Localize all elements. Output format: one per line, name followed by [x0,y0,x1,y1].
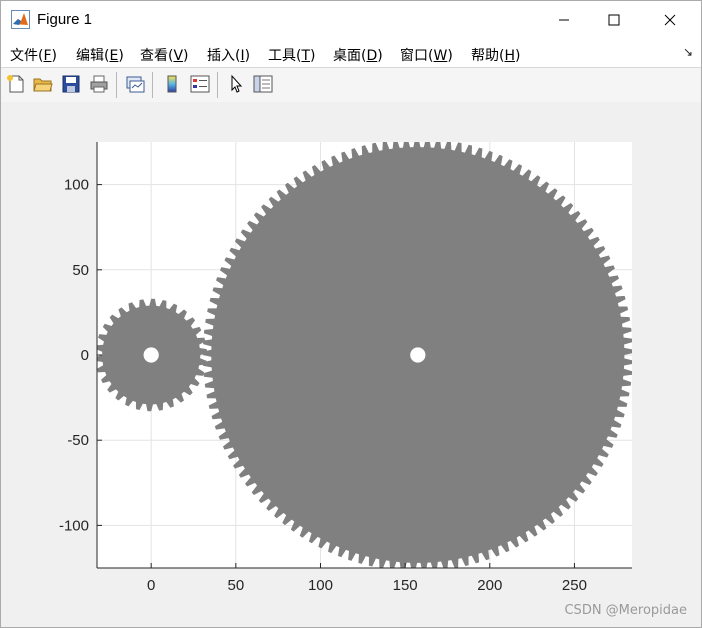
toolbar-separator [152,72,153,98]
menu-view[interactable]: 查看(V) [140,45,189,65]
matlab-logo-icon [11,10,30,29]
dock-arrow-icon[interactable]: ↘ [683,45,693,59]
x-tick-label: 100 [308,577,333,594]
open-file-button[interactable] [32,73,54,95]
maximize-icon [608,14,620,26]
large-gear-hole [410,347,426,363]
x-tick-label: 0 [147,577,155,594]
axes-plot[interactable]: 0 50 100 150 200 250 -100 -50 0 50 100 [1,102,701,627]
toolbar-separator [116,72,117,98]
window-title: Figure 1 [37,11,93,28]
minimize-button[interactable] [541,1,587,39]
legend-icon [190,75,210,93]
print-button[interactable] [88,73,110,95]
open-file-icon [33,78,53,92]
save-button[interactable] [60,73,82,95]
legend-button[interactable] [189,73,211,95]
print-icon [90,75,108,93]
x-tick-label: 200 [477,577,502,594]
small-gear-hole [143,347,159,363]
minimize-icon [559,19,569,21]
y-tick-label: -50 [67,432,89,449]
figure-canvas[interactable]: 0 50 100 150 200 250 -100 -50 0 50 100 CSDN @Merop… [1,102,701,627]
save-icon [62,75,80,93]
x-tick-label: 150 [393,577,418,594]
property-inspector-button[interactable] [252,73,274,95]
figure-window: Figure 1 文件(F) 编辑(E) 查看(V) 插入(I) 工具(T) 桌… [0,0,702,628]
x-tick-label: 250 [562,577,587,594]
menu-help[interactable]: 帮助(H) [471,45,520,65]
colorbar-icon [167,75,177,93]
menu-desktop[interactable]: 桌面(D) [333,45,383,65]
y-tick-label: -100 [59,517,89,534]
x-tick-label: 50 [227,577,244,594]
y-tick-label: 50 [72,262,89,279]
edit-plot-cursor-icon [231,74,243,93]
link-plot-icon [126,76,145,93]
property-inspector-icon [253,75,273,93]
toolbar-separator [217,72,218,98]
watermark-text: CSDN @Meropidae [564,603,687,618]
close-icon [664,14,676,26]
menu-insert[interactable]: 插入(I) [207,45,250,65]
y-tick-label: 0 [81,347,89,364]
new-figure-button[interactable] [5,73,27,95]
menu-bar: 文件(F) 编辑(E) 查看(V) 插入(I) 工具(T) 桌面(D) 窗口(W… [1,39,701,67]
title-bar[interactable]: Figure 1 [1,1,701,39]
menu-edit[interactable]: 编辑(E) [76,45,124,65]
y-tick-label: 100 [64,177,89,194]
menu-window[interactable]: 窗口(W) [400,45,453,65]
maximize-button[interactable] [591,1,637,39]
figure-toolbar [1,67,701,103]
link-plot-button[interactable] [124,73,146,95]
new-figure-icon [7,75,24,93]
menu-file[interactable]: 文件(F) [10,45,57,65]
colorbar-button[interactable] [161,73,183,95]
menu-tools[interactable]: 工具(T) [268,45,316,65]
close-button[interactable] [647,1,693,39]
edit-plot-button[interactable] [225,73,247,95]
